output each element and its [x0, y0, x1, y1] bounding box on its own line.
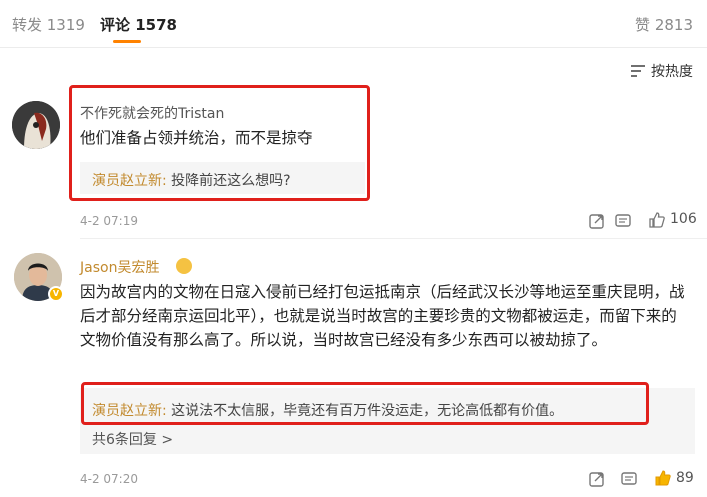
comment-username[interactable]: Jason吴宏胜	[80, 257, 159, 277]
comment-icon[interactable]	[620, 470, 638, 488]
comment-divider	[80, 238, 707, 239]
sort-by-hot-button[interactable]: 按热度	[630, 61, 693, 81]
comment-tabs: 转发 1319 评论 1578 赞 2813	[0, 0, 707, 48]
verified-badge-icon: V	[48, 286, 64, 302]
highlight-box	[69, 85, 370, 201]
tab-repost[interactable]: 转发 1319	[12, 14, 85, 35]
sort-label: 按热度	[651, 64, 693, 80]
share-icon[interactable]	[588, 470, 606, 488]
like-icon[interactable]	[648, 211, 666, 229]
active-tab-indicator	[113, 40, 141, 43]
tab-comment[interactable]: 评论 1578	[100, 14, 177, 35]
emoji-badge-icon	[176, 258, 192, 274]
tab-like[interactable]: 赞 2813	[635, 14, 693, 35]
comment-time: 4-2 07:19	[80, 214, 138, 228]
more-replies-link[interactable]: 共6条回复 >	[92, 429, 173, 449]
comment-icon[interactable]	[614, 212, 632, 230]
comment-time: 4-2 07:20	[80, 472, 138, 486]
avatar[interactable]	[12, 101, 60, 149]
comment-text: 因为故宫内的文物在日寇入侵前已经打包运抵南京（后经武汉长沙等地运至重庆昆明，战后…	[80, 283, 685, 349]
like-icon[interactable]	[654, 469, 672, 487]
highlight-box	[81, 382, 649, 425]
like-count: 106	[670, 211, 697, 227]
like-count: 89	[676, 470, 694, 486]
sort-lines-icon	[631, 65, 645, 77]
share-icon[interactable]	[588, 212, 606, 230]
